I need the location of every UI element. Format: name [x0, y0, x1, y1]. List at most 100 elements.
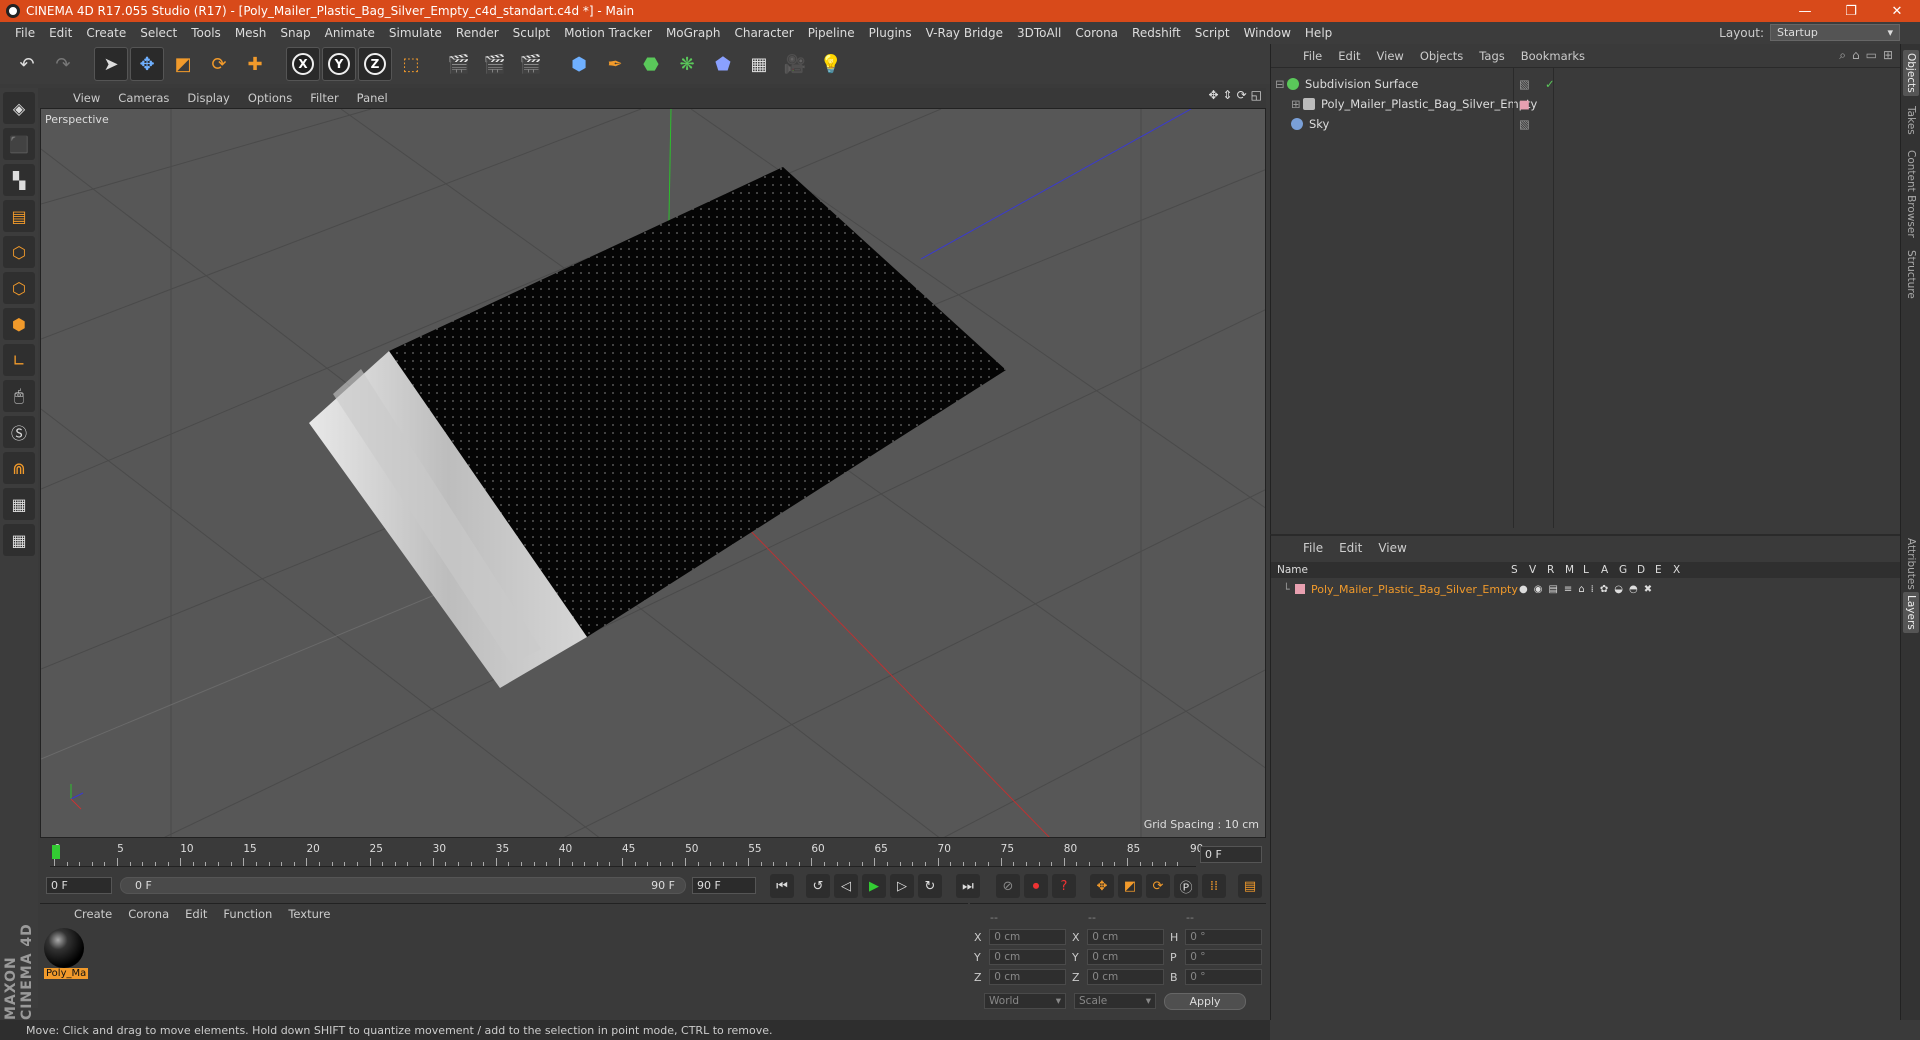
size-x-field[interactable]: 0 cm [1087, 929, 1164, 945]
object-menu-file[interactable]: File [1295, 49, 1330, 63]
object-menu-view[interactable]: View [1369, 49, 1412, 63]
coordinate-system-button[interactable]: ⬚ [394, 47, 428, 81]
minimize-panel-icon[interactable]: ▭ [1866, 48, 1877, 63]
menu-render[interactable]: Render [449, 26, 506, 40]
menu-character[interactable]: Character [727, 26, 800, 40]
frame-range-slider[interactable]: 0 F 90 F [120, 877, 686, 894]
select-tool-button[interactable]: ➤ [94, 47, 128, 81]
menu-file[interactable]: File [8, 26, 42, 40]
menu-mograph[interactable]: MoGraph [659, 26, 728, 40]
cube-primitive-button[interactable]: ⬢ [562, 47, 596, 81]
scale-dropdown[interactable]: Scale ▾ [1074, 993, 1156, 1009]
timeline-window-button[interactable]: ▤ [1238, 874, 1262, 898]
menu-3dtoall[interactable]: 3DToAll [1010, 26, 1068, 40]
x-axis-button[interactable]: X [286, 47, 320, 81]
material-swatch[interactable]: Poly_Ma [44, 928, 88, 980]
menu-tools[interactable]: Tools [184, 26, 228, 40]
position-y-field[interactable]: 0 cm [989, 949, 1066, 965]
manager-icon[interactable]: ≡ [1564, 584, 1572, 595]
menu-script[interactable]: Script [1188, 26, 1237, 40]
position-x-field[interactable]: 0 cm [989, 929, 1066, 945]
menu-mesh[interactable]: Mesh [228, 26, 274, 40]
viewport-menu-display[interactable]: Display [178, 91, 238, 105]
move-tool-button[interactable]: ✥ [130, 47, 164, 81]
tab-structure[interactable]: Structure [1903, 250, 1919, 299]
viewport-menu-cameras[interactable]: Cameras [109, 91, 178, 105]
object-menu-tags[interactable]: Tags [1471, 49, 1512, 63]
camera-button[interactable]: 🎥 [778, 47, 812, 81]
rotation-b-field[interactable]: 0 ° [1185, 969, 1262, 985]
go-to-start-button[interactable]: ⏮ [770, 874, 794, 898]
position-z-field[interactable]: 0 cm [989, 969, 1066, 985]
render-view-button[interactable]: 🎬 [442, 47, 476, 81]
minimize-button[interactable]: — [1782, 0, 1828, 22]
generator-icon[interactable]: ✿ [1600, 584, 1608, 595]
edges-mode-button[interactable]: ⬡ [3, 272, 35, 304]
viewport-menu-options[interactable]: Options [239, 91, 301, 105]
solo-dot-icon[interactable]: ● [1519, 584, 1528, 595]
lock-workplane-button[interactable]: ▦ [3, 488, 35, 520]
layout-dropdown[interactable]: Startup ▾ [1770, 24, 1900, 41]
lock-icon[interactable]: ⌂ [1578, 584, 1584, 595]
size-y-field[interactable]: 0 cm [1087, 949, 1164, 965]
size-z-field[interactable]: 0 cm [1087, 969, 1164, 985]
record-button[interactable]: ⏺ [1024, 874, 1048, 898]
pen-spline-button[interactable]: ✒ [598, 47, 632, 81]
start-frame-field[interactable]: 0 F [46, 877, 112, 894]
current-frame-field[interactable]: 0 F [1200, 846, 1262, 863]
render-picture-viewer-button[interactable]: 🎬 [478, 47, 512, 81]
close-button[interactable]: ✕ [1874, 0, 1920, 22]
menu-window[interactable]: Window [1237, 26, 1298, 40]
snap-button[interactable]: ⋒ [3, 452, 35, 484]
points-mode-button[interactable]: ⬡ [3, 236, 35, 268]
menu-edit[interactable]: Edit [42, 26, 79, 40]
menu-snap[interactable]: Snap [273, 26, 317, 40]
render-icon[interactable]: ▤ [1548, 584, 1557, 595]
world-dropdown[interactable]: World ▾ [984, 993, 1066, 1009]
make-editable-button[interactable]: ◈ [3, 92, 35, 124]
mograph-cloner-button[interactable]: ❋ [670, 47, 704, 81]
menu-vray-bridge[interactable]: V-Ray Bridge [919, 26, 1010, 40]
layer-menu-edit[interactable]: Edit [1331, 541, 1370, 555]
rotation-h-field[interactable]: 0 ° [1185, 929, 1262, 945]
go-to-end-button[interactable]: ⏭ [956, 874, 980, 898]
material-menu-edit[interactable]: Edit [177, 907, 215, 921]
material-menu-corona[interactable]: Corona [120, 907, 177, 921]
menu-select[interactable]: Select [133, 26, 184, 40]
object-menu-objects[interactable]: Objects [1412, 49, 1471, 63]
subdivision-button[interactable]: ⬣ [634, 47, 668, 81]
menu-help[interactable]: Help [1298, 26, 1339, 40]
menu-create[interactable]: Create [79, 26, 133, 40]
key-position-button[interactable]: ✥ [1090, 874, 1114, 898]
menu-sculpt[interactable]: Sculpt [506, 26, 557, 40]
pan-icon[interactable]: ✥ [1208, 88, 1218, 102]
z-axis-button[interactable]: Z [358, 47, 392, 81]
menu-pipeline[interactable]: Pipeline [801, 26, 862, 40]
previous-keyframe-button[interactable]: ↺ [806, 874, 830, 898]
xref-icon[interactable]: ✖ [1644, 584, 1652, 595]
key-parameter-button[interactable]: Ⓟ [1174, 874, 1198, 898]
y-axis-button[interactable]: Y [322, 47, 356, 81]
search-icon[interactable]: ⌕ [1839, 48, 1846, 63]
previous-frame-button[interactable]: ◁ [834, 874, 858, 898]
render-settings-button[interactable]: 🎬 [514, 47, 548, 81]
transform-tool-button[interactable]: ✚ [238, 47, 272, 81]
redo-button[interactable]: ↷ [46, 47, 80, 81]
viewport-menu-panel[interactable]: Panel [348, 91, 397, 105]
eye-icon[interactable]: ◉ [1534, 584, 1543, 595]
object-row[interactable]: Sky ▧ [1275, 114, 1895, 133]
tab-attributes[interactable]: Attributes [1903, 538, 1919, 590]
tab-content-browser[interactable]: Content Browser [1903, 150, 1919, 238]
scale-tool-button[interactable]: ◩ [166, 47, 200, 81]
home-icon[interactable]: ⌂ [1852, 48, 1860, 63]
key-scale-button[interactable]: ◩ [1118, 874, 1142, 898]
layer-color-swatch[interactable] [1295, 584, 1305, 594]
rotation-p-field[interactable]: 0 ° [1185, 949, 1262, 965]
layer-menu-view[interactable]: View [1370, 541, 1414, 555]
next-keyframe-button[interactable]: ↻ [918, 874, 942, 898]
deformer-icon[interactable]: ◒ [1614, 584, 1623, 595]
next-frame-button[interactable]: ▷ [890, 874, 914, 898]
layer-menu-file[interactable]: File [1295, 541, 1331, 555]
maximize-view-icon[interactable]: ◱ [1251, 88, 1262, 102]
key-rotation-button[interactable]: ⟳ [1146, 874, 1170, 898]
